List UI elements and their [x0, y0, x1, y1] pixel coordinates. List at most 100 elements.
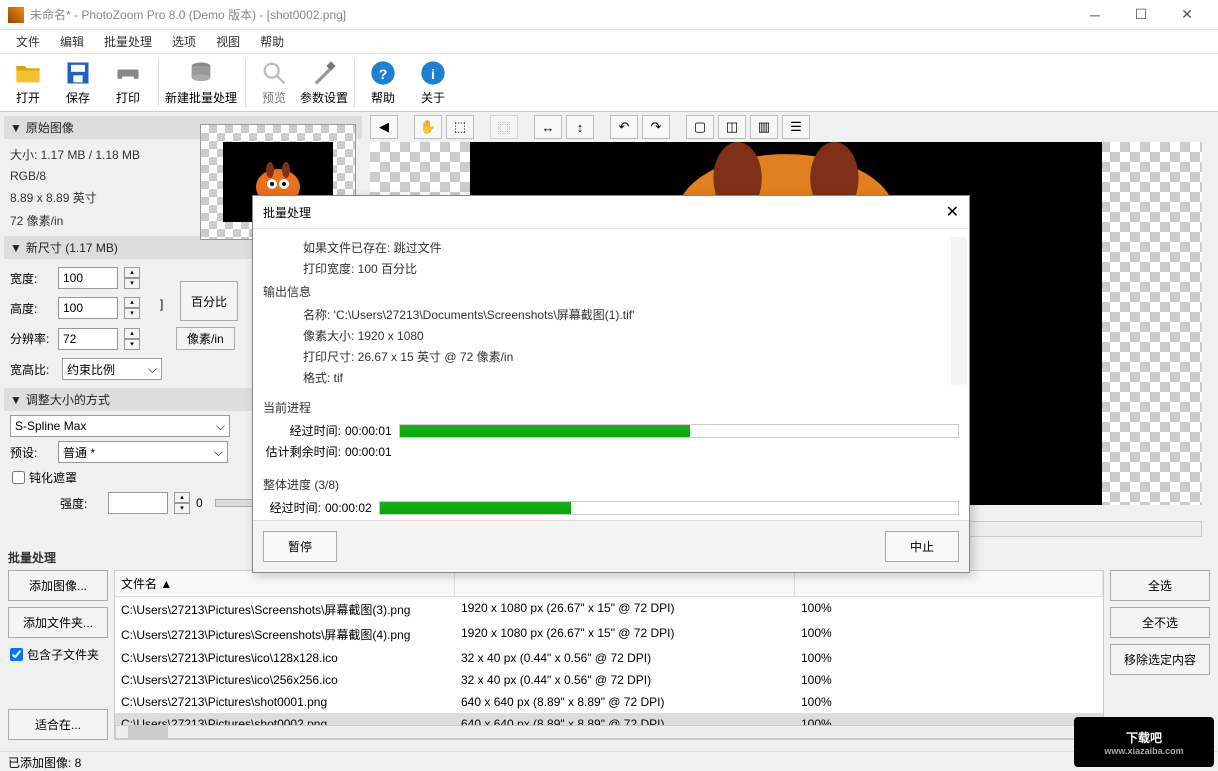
- height-input[interactable]: [58, 297, 118, 319]
- table-row[interactable]: C:\Users\27213\Pictures\Screenshots\屏幕截图…: [115, 597, 1103, 622]
- res-input[interactable]: [58, 328, 118, 350]
- tool-help[interactable]: ? 帮助: [359, 57, 407, 109]
- layout-2-button[interactable]: ◫: [718, 115, 746, 139]
- height-spinner[interactable]: ▴▾: [124, 297, 140, 319]
- dialog-close-button[interactable]: ✕: [946, 202, 959, 222]
- width-label: 宽度:: [10, 270, 52, 287]
- unit-percent-button[interactable]: 百分比: [180, 281, 238, 321]
- select-all-button[interactable]: 全选: [1110, 570, 1210, 601]
- tool-about[interactable]: i 关于: [409, 57, 457, 109]
- app-icon: [8, 7, 24, 23]
- width-spinner[interactable]: ▴▾: [124, 267, 140, 289]
- col-filename[interactable]: 文件名 ▲: [115, 571, 455, 596]
- toolbar-separator: [158, 59, 159, 107]
- unit-pix-button[interactable]: 像素/in: [176, 327, 235, 350]
- method-select[interactable]: S-Spline Max⌵: [10, 415, 230, 437]
- add-image-button[interactable]: 添加图像...: [8, 570, 108, 601]
- menu-batch[interactable]: 批量处理: [94, 30, 162, 53]
- about-icon: i: [419, 59, 447, 87]
- marquee-tool[interactable]: ⬚: [446, 115, 474, 139]
- preset-label: 预设:: [10, 444, 52, 461]
- sharpen-label: 钝化遮罩: [29, 469, 77, 486]
- menu-options[interactable]: 选项: [162, 30, 206, 53]
- statusbar: 已添加图像: 8: [0, 751, 1218, 771]
- table-row[interactable]: C:\Users\27213\Pictures\Screenshots\屏幕截图…: [115, 622, 1103, 647]
- include-sub-row[interactable]: 包含子文件夹: [8, 644, 108, 665]
- batch-list-header: 文件名 ▲: [115, 571, 1103, 597]
- sharpen-checkbox[interactable]: [12, 471, 25, 484]
- out-name: 名称: 'C:\Users\27213\Documents\Screenshot…: [263, 304, 959, 325]
- out-format: 格式: tif: [263, 367, 959, 388]
- width-input[interactable]: [58, 267, 118, 289]
- tool-print[interactable]: 打印: [104, 57, 152, 109]
- overall-progress-bar: [379, 501, 959, 515]
- table-row[interactable]: C:\Users\27213\Pictures\shot0001.png640 …: [115, 691, 1103, 713]
- cur-header: 当前进程: [263, 395, 959, 420]
- dialog-scrollbar-v[interactable]: [951, 237, 967, 385]
- flip-v-button[interactable]: ↕: [566, 115, 594, 139]
- preset-select[interactable]: 普通 *⌵: [58, 441, 228, 463]
- close-button[interactable]: ✕: [1164, 0, 1210, 30]
- menu-edit[interactable]: 编辑: [50, 30, 94, 53]
- include-sub-checkbox[interactable]: [10, 648, 23, 661]
- elapsed-label: 经过时间:: [263, 422, 341, 439]
- table-row[interactable]: C:\Users\27213\Pictures\ico\128x128.ico3…: [115, 647, 1103, 669]
- out-print: 打印尺寸: 26.67 x 15 英寸 @ 72 像素/in: [263, 346, 959, 367]
- pause-button[interactable]: 暂停: [263, 531, 337, 562]
- rotate-left-button[interactable]: ↶: [610, 115, 638, 139]
- elapsed-time: 00:00:01: [345, 424, 395, 438]
- remain-label: 估计剩余时间:: [263, 443, 341, 460]
- res-spinner[interactable]: ▴▾: [124, 328, 140, 350]
- tool-new-batch[interactable]: 新建批量处理: [163, 57, 239, 109]
- aspect-select[interactable]: 约束比例⌵: [62, 358, 162, 380]
- layout-3-button[interactable]: ▥: [750, 115, 778, 139]
- batch-progress-dialog: 批量处理 ✕ 如果文件已存在: 跳过文件 打印宽度: 100 百分比 输出信息 …: [252, 195, 970, 573]
- table-row[interactable]: C:\Users\27213\Pictures\shot0002.png640 …: [115, 713, 1103, 725]
- overall-elapsed-label: 经过时间:: [263, 499, 321, 516]
- menu-view[interactable]: 视图: [206, 30, 250, 53]
- remain-time: 00:00:01: [345, 445, 395, 459]
- nav-back-button[interactable]: ◀: [370, 115, 398, 139]
- add-folder-button[interactable]: 添加文件夹...: [8, 607, 108, 638]
- maximize-button[interactable]: ☐: [1118, 0, 1164, 30]
- tool-preview[interactable]: 预览: [250, 57, 298, 109]
- layout-4-button[interactable]: ☰: [782, 115, 810, 139]
- overall-header: 整体进度 (3/8): [263, 472, 959, 497]
- minimize-button[interactable]: ─: [1072, 0, 1118, 30]
- line-exists: 如果文件已存在: 跳过文件: [263, 237, 959, 258]
- flip-h-button[interactable]: ↔: [534, 115, 562, 139]
- strength-label: 强度:: [60, 495, 102, 512]
- abort-button[interactable]: 中止: [885, 531, 959, 562]
- crop-tool[interactable]: ⿴: [490, 115, 518, 139]
- chevron-down-icon: ⌵: [216, 419, 225, 434]
- col-pct[interactable]: [795, 571, 1103, 596]
- chevron-down-icon: ⌵: [214, 445, 223, 460]
- print-icon: [114, 59, 142, 87]
- tool-save[interactable]: 保存: [54, 57, 102, 109]
- menu-file[interactable]: 文件: [6, 30, 50, 53]
- hand-tool[interactable]: ✋: [414, 115, 442, 139]
- rotate-right-button[interactable]: ↷: [642, 115, 670, 139]
- menu-help[interactable]: 帮助: [250, 30, 294, 53]
- strength-spinner[interactable]: ▴▾: [174, 492, 190, 514]
- status-text: 已添加图像: 8: [8, 756, 81, 770]
- toolbar-separator: [354, 59, 355, 107]
- res-label: 分辨率:: [10, 330, 52, 347]
- tool-open[interactable]: 打开: [4, 57, 52, 109]
- deselect-all-button[interactable]: 全不选: [1110, 607, 1210, 638]
- tool-settings[interactable]: 参数设置: [300, 57, 348, 109]
- remove-selected-button[interactable]: 移除选定内容: [1110, 644, 1210, 675]
- strength-input[interactable]: [108, 492, 168, 514]
- batch-scrollbar-h[interactable]: [115, 725, 1103, 739]
- col-size[interactable]: [455, 571, 795, 596]
- menubar: 文件 编辑 批量处理 选项 视图 帮助: [0, 30, 1218, 54]
- table-row[interactable]: C:\Users\27213\Pictures\ico\256x256.ico3…: [115, 669, 1103, 691]
- strength-value: 0: [196, 496, 203, 510]
- fit-button[interactable]: 适合在...: [8, 709, 108, 740]
- overall-elapsed-time: 00:00:02: [325, 501, 375, 515]
- settings-icon: [310, 59, 338, 87]
- help-icon: ?: [369, 59, 397, 87]
- batch-icon: [187, 59, 215, 87]
- strength-slider[interactable]: [215, 499, 255, 507]
- layout-1-button[interactable]: ▢: [686, 115, 714, 139]
